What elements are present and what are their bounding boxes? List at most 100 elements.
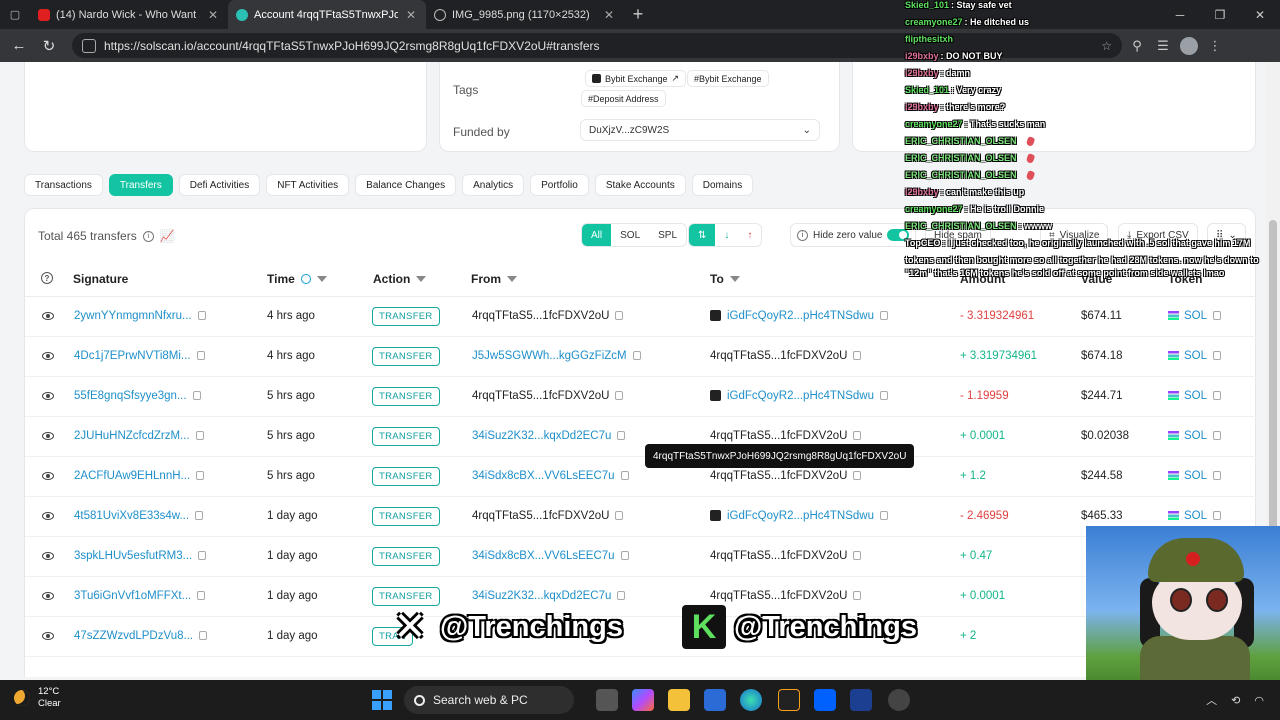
copy-icon[interactable] bbox=[617, 591, 626, 601]
start-button[interactable] bbox=[372, 690, 392, 710]
back-icon[interactable]: ← bbox=[6, 33, 32, 59]
to-address[interactable]: 4rqqTFtaS5...1fcFDXV2oU bbox=[710, 430, 862, 442]
signature-link[interactable]: 4t581UviXv8E33s4w... bbox=[74, 510, 204, 522]
filter-icon[interactable] bbox=[316, 276, 327, 282]
from-address[interactable]: 34iSdx8cBX...VV6LsEEC7u bbox=[472, 470, 629, 482]
copy-icon[interactable] bbox=[853, 431, 862, 441]
from-address[interactable]: 4rqqTFtaS5...1fcFDXV2oU bbox=[472, 510, 624, 522]
token-cell[interactable]: SOL bbox=[1168, 430, 1222, 442]
subtab-balance-changes[interactable]: Balance Changes bbox=[355, 174, 457, 196]
tag-deposit-address[interactable]: #Deposit Address bbox=[581, 90, 666, 107]
profile-avatar[interactable] bbox=[1178, 35, 1200, 57]
filter-sol[interactable]: SOL bbox=[611, 224, 649, 246]
dropbox-icon[interactable] bbox=[814, 689, 836, 711]
hide-zero-toggle[interactable]: i Hide zero value bbox=[790, 223, 917, 247]
copilot-icon[interactable] bbox=[632, 689, 654, 711]
copy-icon[interactable] bbox=[1213, 311, 1222, 321]
from-address[interactable]: 34iSdx8cBX...VV6LsEEC7u bbox=[472, 550, 629, 562]
copy-icon[interactable] bbox=[192, 391, 201, 401]
chart-icon[interactable]: 📈 bbox=[160, 229, 175, 243]
subtab-defi-activities[interactable]: Defi Activities bbox=[178, 174, 261, 196]
token-cell[interactable]: SOL bbox=[1168, 510, 1222, 522]
task-view-icon[interactable] bbox=[596, 689, 618, 711]
copy-icon[interactable] bbox=[853, 471, 862, 481]
help-icon[interactable]: ? bbox=[41, 272, 53, 284]
store-icon[interactable] bbox=[704, 689, 726, 711]
copy-icon[interactable] bbox=[1213, 511, 1222, 521]
signature-link[interactable]: 4Dc1j7EPrwNVTi8Mi... bbox=[74, 350, 205, 362]
from-address[interactable]: 4rqqTFtaS5...1fcFDXV2oU bbox=[472, 390, 624, 402]
clock-icon[interactable] bbox=[300, 274, 311, 284]
eye-icon[interactable] bbox=[42, 472, 54, 480]
from-address[interactable]: 34iSuz2K32...kqxDd2EC7u bbox=[472, 590, 626, 602]
table-row[interactable]: 55fE8gnqSfsyye3gn... 5 hrs ago TRANSFER 4rq… bbox=[25, 377, 1257, 417]
funded-by-select[interactable]: DuXjzV...zC9W2S ⌄ bbox=[580, 119, 820, 141]
filter-icon[interactable] bbox=[507, 276, 517, 282]
subtab-nft-activities[interactable]: NFT Activities bbox=[266, 174, 350, 196]
copy-icon[interactable] bbox=[853, 591, 862, 601]
wifi-icon[interactable]: ◠ bbox=[1254, 694, 1264, 707]
copy-icon[interactable] bbox=[615, 511, 624, 521]
reload-icon[interactable]: ↻ bbox=[36, 33, 62, 59]
star-icon[interactable]: ☆ bbox=[1101, 39, 1112, 53]
table-row[interactable]: 2ACFfUAw9EHLnnH... 5 hrs ago TRANSFER 34iSd… bbox=[25, 457, 1257, 497]
copy-icon[interactable] bbox=[632, 351, 641, 361]
eye-icon[interactable] bbox=[42, 512, 54, 520]
subtab-transfers[interactable]: Transfers bbox=[108, 174, 173, 196]
copy-icon[interactable] bbox=[620, 471, 629, 481]
copy-icon[interactable] bbox=[197, 591, 206, 601]
minimize-icon[interactable]: ─ bbox=[1160, 0, 1200, 29]
close-icon[interactable]: ✕ bbox=[404, 8, 418, 22]
copy-icon[interactable] bbox=[197, 311, 206, 321]
from-address[interactable]: 34iSuz2K32...kqxDd2EC7u bbox=[472, 430, 626, 442]
copy-icon[interactable] bbox=[195, 431, 204, 441]
browser-tab-image[interactable]: IMG_9985.png (1170×2532) ✕ bbox=[426, 0, 624, 29]
filter-spl[interactable]: SPL bbox=[649, 224, 686, 246]
signature-link[interactable]: 47sZZWzvdLPDzVu8... bbox=[74, 630, 208, 642]
from-address[interactable]: J5Jw5SGWWh...kgGGzFiZcM bbox=[472, 350, 641, 362]
subtab-analytics[interactable]: Analytics bbox=[462, 174, 525, 196]
from-address[interactable]: 4rqqTFtaS5...1fcFDXV2oU bbox=[472, 310, 624, 322]
to-address[interactable]: iGdFcQoyR2...pHc4TNSdwu bbox=[710, 310, 888, 322]
filter-all[interactable]: All bbox=[582, 224, 612, 246]
browser-tab-youtube[interactable]: (14) Nardo Wick - Who Want Sm ✕ bbox=[30, 0, 228, 29]
subtab-portfolio[interactable]: Portfolio bbox=[530, 174, 589, 196]
subtab-stake-accounts[interactable]: Stake Accounts bbox=[594, 174, 686, 196]
copy-icon[interactable] bbox=[1213, 391, 1222, 401]
table-row[interactable]: 4Dc1j7EPrwNVTi8Mi... 4 hrs ago TRANSFER J5J… bbox=[25, 337, 1257, 377]
bookmarks-icon[interactable]: ☰ bbox=[1152, 35, 1174, 57]
signature-link[interactable]: 2JUHuHNZcfcdZrzM... bbox=[74, 430, 204, 442]
outgoing-icon[interactable]: ↑ bbox=[738, 224, 761, 246]
extensions-icon[interactable]: ⚲ bbox=[1126, 35, 1148, 57]
table-row[interactable]: 3spkLHUv5esfutRM3... 1 day ago TRANSFER 34i… bbox=[25, 537, 1257, 577]
tab-menu-icon[interactable]: ▢ bbox=[0, 0, 30, 29]
copy-icon[interactable] bbox=[198, 551, 207, 561]
to-address[interactable]: 4rqqTFtaS5...1fcFDXV2oU bbox=[710, 470, 862, 482]
token-cell[interactable]: SOL bbox=[1168, 390, 1222, 402]
copy-icon[interactable] bbox=[1213, 471, 1222, 481]
obs-icon[interactable] bbox=[888, 689, 910, 711]
filter-icon[interactable] bbox=[416, 276, 427, 282]
info-icon[interactable]: i bbox=[142, 230, 154, 242]
copy-icon[interactable] bbox=[195, 511, 204, 521]
to-address[interactable]: 4rqqTFtaS5...1fcFDXV2oU bbox=[710, 590, 862, 602]
copy-icon[interactable] bbox=[853, 551, 862, 561]
tag-bybit-hashtag[interactable]: #Bybit Exchange bbox=[687, 70, 769, 87]
amazon-icon[interactable] bbox=[778, 689, 800, 711]
to-address[interactable]: 4rqqTFtaS5...1fcFDXV2oU bbox=[710, 550, 862, 562]
tray-chevron-icon[interactable]: ︿ bbox=[1206, 692, 1217, 708]
bybit-app-icon[interactable] bbox=[850, 689, 872, 711]
both-directions-icon[interactable]: ⇅ bbox=[689, 224, 716, 246]
copy-icon[interactable] bbox=[196, 471, 205, 481]
menu-icon[interactable]: ⋮ bbox=[1204, 35, 1226, 57]
network-icon[interactable]: ⟲ bbox=[1231, 694, 1240, 707]
copy-icon[interactable] bbox=[1213, 431, 1222, 441]
copy-icon[interactable] bbox=[615, 391, 624, 401]
file-explorer-icon[interactable] bbox=[668, 689, 690, 711]
token-cell[interactable]: SOL bbox=[1168, 310, 1222, 322]
close-icon[interactable]: ✕ bbox=[206, 8, 220, 22]
copy-icon[interactable] bbox=[880, 391, 888, 401]
token-cell[interactable]: SOL bbox=[1168, 350, 1222, 362]
signature-link[interactable]: 3spkLHUv5esfutRM3... bbox=[74, 550, 207, 562]
eye-icon[interactable] bbox=[42, 592, 54, 600]
